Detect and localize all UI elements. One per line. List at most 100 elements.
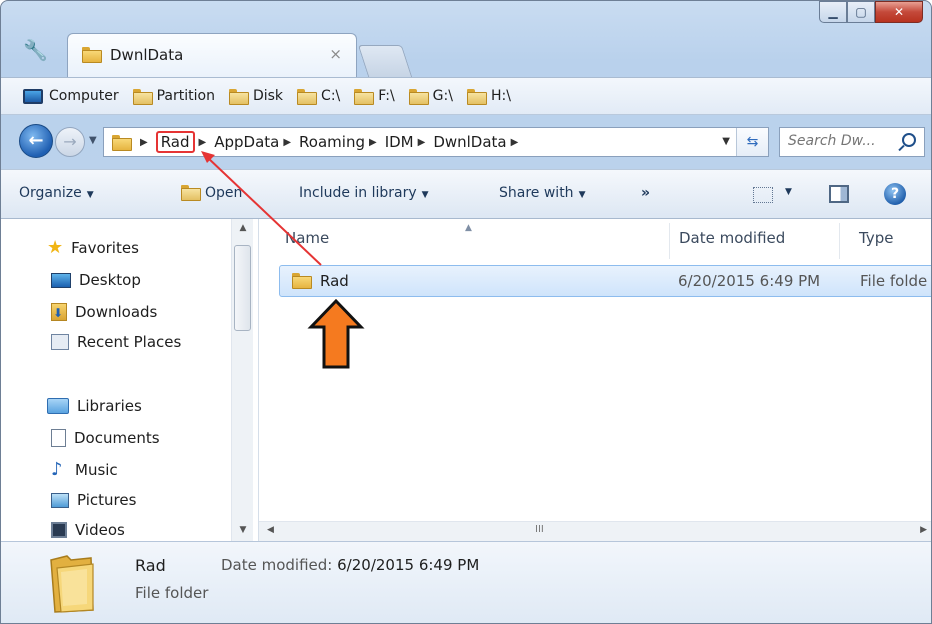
- folder-icon: [408, 89, 429, 105]
- nav-libraries[interactable]: Libraries: [47, 397, 142, 415]
- open-button[interactable]: Open: [181, 185, 242, 201]
- scrollbar-grip[interactable]: III: [535, 524, 544, 535]
- table-row[interactable]: Rad 6/20/2015 6:49 PM File folde: [279, 265, 931, 297]
- breadcrumb-separator-icon[interactable]: ▶: [511, 137, 519, 148]
- breadcrumb-separator-icon[interactable]: ▶: [418, 137, 426, 148]
- nav-desktop[interactable]: Desktop: [51, 271, 141, 289]
- scroll-down-icon[interactable]: ▼: [232, 525, 254, 535]
- forward-button[interactable]: →: [55, 127, 85, 157]
- scroll-up-icon[interactable]: ▲: [232, 223, 254, 233]
- nav-recent-places[interactable]: Recent Places: [51, 333, 181, 351]
- large-folder-icon: [50, 555, 94, 613]
- column-header-date-modified[interactable]: Date modified: [679, 229, 785, 247]
- recent-pages-dropdown[interactable]: ▼: [89, 135, 97, 146]
- organize-label: Organize: [19, 185, 82, 201]
- nav-downloads[interactable]: Downloads: [51, 303, 157, 321]
- videos-icon: [51, 522, 67, 538]
- address-history-dropdown[interactable]: ▼: [722, 136, 730, 147]
- nav-pictures[interactable]: Pictures: [51, 491, 136, 509]
- fav-disk[interactable]: Disk: [228, 88, 283, 105]
- nav-documents[interactable]: Documents: [51, 429, 160, 447]
- column-divider[interactable]: [669, 223, 670, 259]
- share-label: Share with: [499, 185, 574, 201]
- organize-button[interactable]: Organize ▼: [19, 185, 94, 201]
- breadcrumb-separator-icon[interactable]: ▶: [199, 137, 207, 148]
- recent-places-icon: [51, 334, 69, 350]
- fav-label: C:\: [321, 88, 341, 104]
- preview-pane-icon[interactable]: [829, 185, 849, 203]
- command-bar: Organize ▼ Open Include in library ▼ Share…: [1, 169, 931, 219]
- tab-dwnldata[interactable]: DwnlData ×: [67, 33, 357, 77]
- view-options-chevron-down-icon[interactable]: ▼: [785, 187, 792, 197]
- folder-icon: [466, 89, 487, 105]
- breadcrumb-appdata[interactable]: AppData: [214, 133, 279, 151]
- fav-label: H:\: [490, 88, 511, 104]
- include-in-library-button[interactable]: Include in library ▼: [299, 185, 429, 201]
- computer-icon: [23, 88, 43, 104]
- fav-h-drive[interactable]: H:\: [466, 88, 511, 105]
- change-view-icon[interactable]: [753, 187, 773, 203]
- nav-label: Recent Places: [77, 333, 182, 351]
- details-date: Date modified: 6/20/2015 6:49 PM: [221, 556, 479, 574]
- explorer-window: 🔧 DwnlData × ▁ ▢ ✕ Computer Partition Di…: [0, 0, 932, 624]
- tab-close-icon[interactable]: ×: [329, 45, 342, 63]
- maximize-button[interactable]: ▢: [847, 1, 875, 23]
- breadcrumb-separator-icon[interactable]: ▶: [140, 137, 148, 148]
- title-bar: 🔧 DwnlData × ▁ ▢ ✕: [1, 1, 931, 77]
- libraries-icon: [47, 398, 69, 414]
- breadcrumb-rad[interactable]: Rad: [155, 131, 195, 153]
- folder-icon: [354, 89, 375, 105]
- breadcrumb-idm[interactable]: IDM: [385, 133, 414, 151]
- more-commands-button[interactable]: »: [641, 185, 650, 201]
- minimize-button[interactable]: ▁: [819, 1, 847, 23]
- nav-favorites[interactable]: ★ Favorites: [47, 237, 139, 258]
- nav-label: Downloads: [75, 303, 158, 321]
- row-date: 6/20/2015 6:49 PM: [678, 272, 821, 290]
- share-with-button[interactable]: Share with ▼: [499, 185, 585, 201]
- column-header-name[interactable]: Name: [285, 229, 329, 247]
- row-name: Rad: [320, 272, 349, 290]
- fav-computer[interactable]: Computer: [23, 88, 119, 104]
- address-bar[interactable]: ▶ Rad ▶ AppData ▶ Roaming ▶ IDM ▶ DwnlDa…: [103, 127, 769, 157]
- close-button[interactable]: ✕: [875, 1, 923, 23]
- navigation-row: ← → ▼ ▶ Rad ▶ AppData ▶ Roaming ▶ IDM ▶ …: [1, 115, 931, 169]
- scroll-right-icon[interactable]: ▶: [920, 525, 927, 535]
- fav-label: Computer: [49, 88, 119, 104]
- search-icon[interactable]: [902, 133, 916, 147]
- column-header-type[interactable]: Type: [859, 229, 893, 247]
- nav-music[interactable]: ♪ Music: [51, 459, 118, 480]
- help-icon[interactable]: ?: [884, 183, 906, 205]
- nav-label: Desktop: [79, 271, 141, 289]
- fav-partition[interactable]: Partition: [132, 88, 215, 105]
- fav-f-drive[interactable]: F:\: [354, 88, 395, 105]
- folder-open-icon: [181, 185, 201, 201]
- fav-g-drive[interactable]: G:\: [408, 88, 453, 105]
- refresh-icon[interactable]: ⇆: [736, 128, 768, 156]
- search-input[interactable]: [788, 133, 898, 149]
- details-type: File folder: [135, 584, 209, 602]
- scrollbar-thumb[interactable]: [234, 245, 251, 331]
- scroll-left-icon[interactable]: ◀: [267, 525, 274, 535]
- documents-icon: [51, 429, 66, 447]
- breadcrumb-separator-icon[interactable]: ▶: [369, 137, 377, 148]
- nav-label: Music: [75, 460, 118, 479]
- new-tab-button[interactable]: [357, 45, 413, 77]
- breadcrumb-separator-icon[interactable]: ▶: [283, 137, 291, 148]
- back-button[interactable]: ←: [19, 124, 53, 158]
- fav-label: Partition: [156, 88, 215, 104]
- folder-icon: [228, 89, 249, 105]
- breadcrumb-roaming[interactable]: Roaming: [299, 133, 365, 151]
- breadcrumb-dwnldata[interactable]: DwnlData: [433, 133, 506, 151]
- window-controls: ▁ ▢ ✕: [819, 1, 923, 23]
- folder-icon: [112, 135, 132, 151]
- nav-videos[interactable]: Videos: [51, 521, 125, 539]
- horizontal-scrollbar[interactable]: ◀ III ▶: [259, 521, 931, 541]
- wrench-icon[interactable]: 🔧: [23, 39, 48, 61]
- nav-vertical-scrollbar[interactable]: ▲ ▼: [231, 219, 253, 541]
- fav-c-drive[interactable]: C:\: [297, 88, 341, 105]
- navigation-pane: ★ Favorites Desktop Downloads Recent Pla…: [1, 219, 259, 541]
- column-divider[interactable]: [839, 223, 840, 259]
- folder-icon: [297, 89, 318, 105]
- file-list: Name ▲ Date modified Type Rad 6/20/2015 …: [259, 219, 931, 541]
- chevron-down-icon: ▼: [578, 190, 586, 200]
